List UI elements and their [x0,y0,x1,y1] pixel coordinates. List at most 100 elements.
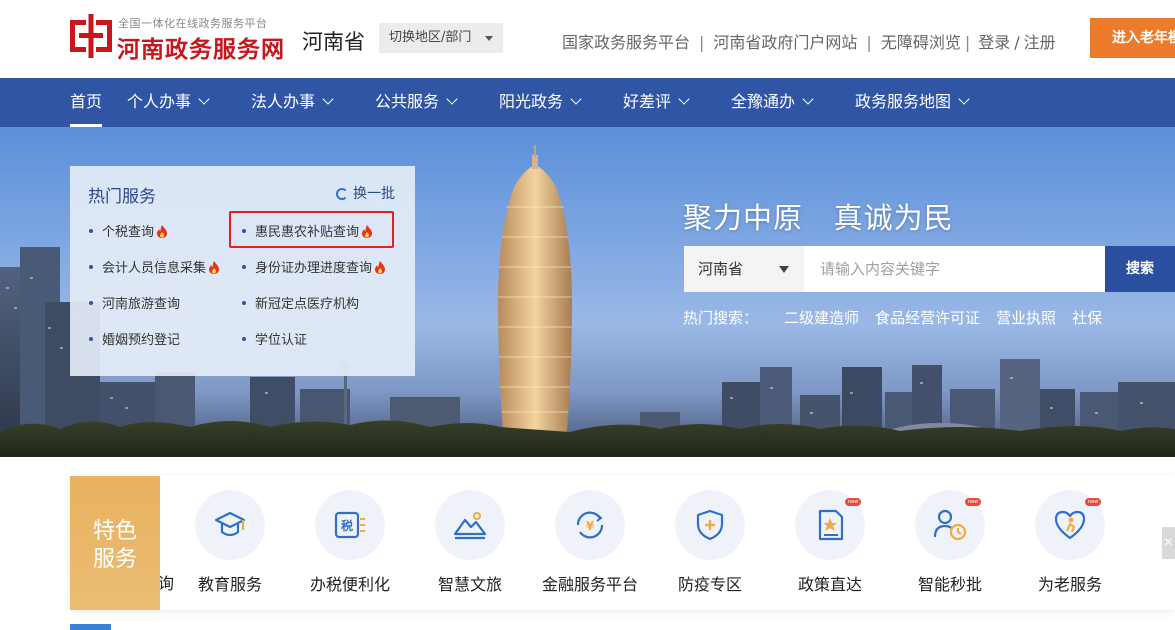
service-epidemic-prevention[interactable]: 防疫专区 [650,490,770,595]
feature-tag-line: 特色 [92,519,137,544]
hot-search-bar: 热门搜索： 二级建造师 食品经营许可证 营业执照 社保 [683,307,1118,328]
main-nav: 首页 个人办事 法人办事 公共服务 阳光政务 好差评 全豫通办 政务服务地图 [0,78,1175,127]
hot-item-degree-certification[interactable]: 学位认证 [242,329,307,348]
nav-rating[interactable]: 好差评 [623,78,690,127]
service-label: 防疫专区 [677,575,742,594]
separator: | [866,33,872,52]
search-region-select[interactable]: 河南省 [684,246,804,292]
nav-home[interactable]: 首页 [70,78,103,127]
service-tax-convenience[interactable]: 税 办税便利化 [290,490,410,595]
nav-open-government[interactable]: 阳光政务 [499,78,582,127]
fire-icon [157,225,168,238]
hot-search-label: 热门搜索： [683,309,759,327]
link-national-platform[interactable]: 国家政务服务平台 [562,29,690,53]
service-icon-circle: new [795,490,865,560]
graduation-cap-icon [214,511,246,537]
hot-item-label: 学位认证 [255,333,308,348]
partial-service-label[interactable]: 询 [158,570,174,594]
logo-subtitle: 全国一体化在线政务服务平台 [118,17,268,30]
new-badge: new [965,498,981,506]
chevron-down-icon [958,93,970,105]
nav-legal-entity[interactable]: 法人办事 [251,78,334,127]
switch-region-button[interactable]: 切换地区/部门 [379,23,503,53]
elder-mode-button[interactable]: 进入老年模式 [1090,18,1175,58]
service-icon-circle: 税 [315,490,385,560]
bullet [89,301,93,305]
hot-item-label: 河南旅游查询 [102,297,181,312]
hot-item-label: 个税查询 [102,225,155,240]
yuan-exchange-icon: ¥ [576,511,604,539]
nav-service-map[interactable]: 政务服务地图 [855,78,970,127]
heart-elder-icon [1054,510,1086,540]
nav-province-wide[interactable]: 全豫通办 [731,78,814,127]
service-label: 智慧文旅 [437,575,502,594]
service-icon-circle [435,490,505,560]
hero-slogan: 聚力中原 真诚为民 [683,201,954,235]
service-smart-tourism[interactable]: 智慧文旅 [410,490,530,595]
hot-keyword[interactable]: 二级建造师 [784,309,859,327]
top-header: 全国一体化在线政务服务平台 河南政务服务网 河南省 切换地区/部门 国家政务服务… [0,0,1175,78]
fire-icon [209,261,220,274]
svg-text:税: 税 [341,518,353,533]
hot-services-title: 热门服务 [88,187,156,207]
chevron-down-icon [322,93,334,105]
hot-item-tax-query[interactable]: 个税查询 [89,221,168,240]
bullet [89,265,93,269]
highlight-box [229,211,394,248]
service-elderly[interactable]: new 为老服务 [1010,490,1130,595]
separator: | [699,33,705,52]
hot-keyword[interactable]: 社保 [1072,309,1102,327]
login-link[interactable]: 登录 [978,29,1010,53]
hot-item-accountant-info[interactable]: 会计人员信息采集 [89,257,220,276]
service-finance-platform[interactable]: ¥ 金融服务平台 [530,490,650,595]
service-icon-circle: new [1035,490,1105,560]
search-input[interactable] [804,246,1105,292]
service-policy-direct[interactable]: new 政策直达 [770,490,890,595]
new-badge: new [1085,498,1101,506]
henan-logo-icon[interactable] [70,14,112,58]
nav-personal[interactable]: 个人办事 [127,78,210,127]
service-label: 教育服务 [197,575,262,594]
nav-label: 个人办事 [127,92,192,111]
caret-down-icon [779,266,789,273]
search-button[interactable]: 搜索 [1105,246,1175,292]
slash: / [1014,33,1020,52]
register-link[interactable]: 注册 [1024,29,1056,53]
fire-icon [375,261,386,274]
nav-label: 政务服务地图 [855,92,952,111]
refresh-icon [336,188,348,200]
hot-item-label: 婚姻预约登记 [102,333,181,348]
nav-label: 好差评 [623,92,672,111]
service-icon-circle [195,490,265,560]
hot-item-covid-hospitals[interactable]: 新冠定点医疗机构 [242,293,359,312]
chevron-down-icon [198,93,210,105]
hot-item-label: 会计人员信息采集 [102,261,207,276]
link-accessibility[interactable]: 无障碍浏览 [881,29,961,53]
hot-keyword[interactable]: 营业执照 [996,309,1056,327]
refresh-batch-button[interactable]: 换一批 [336,183,395,203]
chevron-down-icon [802,93,814,105]
chevron-down-icon [570,93,582,105]
nav-public-service[interactable]: 公共服务 [375,78,458,127]
hot-item-id-card-progress[interactable]: 身份证办理进度查询 [242,257,386,276]
service-label: 政策直达 [797,575,862,594]
service-education[interactable]: 教育服务 [170,490,290,595]
service-icon-circle: new [915,490,985,560]
mountain-icon [453,512,487,540]
bullet [242,265,246,269]
hot-item-tourism-query[interactable]: 河南旅游查询 [89,293,180,312]
hot-item-marriage-booking[interactable]: 婚姻预约登记 [89,329,180,348]
document-star-icon [818,509,844,541]
bullet [89,337,93,341]
tax-icon: 税 [334,511,365,539]
new-badge: new [845,498,861,506]
logo-title[interactable]: 河南政务服务网 [117,30,285,64]
service-label: 办税便利化 [309,575,390,594]
top-links: 国家政务服务平台 | 河南省政府门户网站 | 无障碍浏览 | 登录 / 注册 [562,29,1056,53]
service-smart-approval[interactable]: new 智能秒批 [890,490,1010,595]
close-icon[interactable]: × [1162,527,1175,559]
current-province: 河南省 [302,30,365,54]
link-henan-gov-portal[interactable]: 河南省政府门户网站 [713,29,857,53]
hot-keyword[interactable]: 食品经营许可证 [875,309,980,327]
search-region-value: 河南省 [698,260,744,278]
